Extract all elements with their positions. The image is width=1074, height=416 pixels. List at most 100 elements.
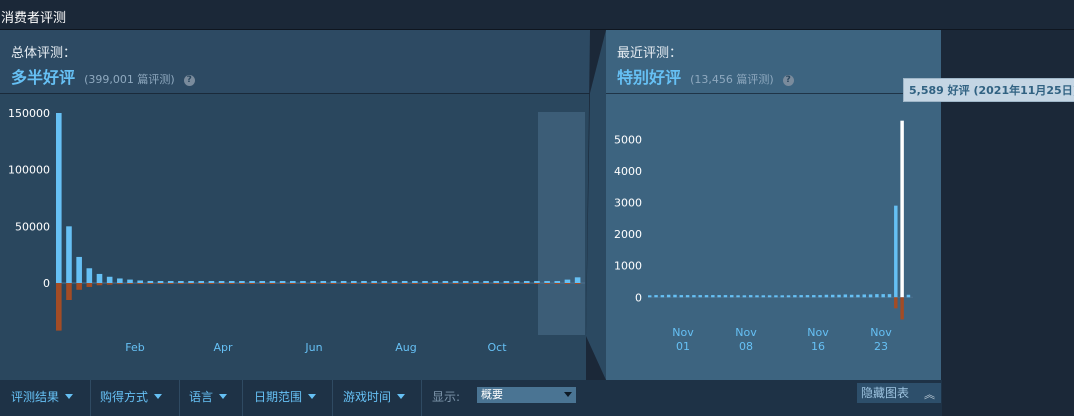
positive-bar: [574, 277, 581, 283]
positive-bar: [837, 294, 841, 298]
positive-bar: [564, 279, 571, 283]
negative-bar: [188, 283, 194, 284]
positive-bar: [86, 268, 93, 283]
filter-divider: [332, 380, 333, 416]
positive-bar: [544, 281, 550, 283]
y-tick-label: 0: [43, 277, 50, 290]
negative-bar: [493, 283, 500, 284]
y-tick-label: 4000: [614, 165, 642, 178]
positive-bar: [259, 281, 266, 283]
x-tick-label: 23: [874, 340, 888, 353]
bar-tooltip: 5,589 好评 (2021年11月25日): [903, 78, 1074, 102]
positive-bar: [748, 295, 753, 298]
x-tick-label: 08: [739, 340, 753, 353]
caret-down-icon: [219, 394, 228, 399]
positive-bar: [198, 281, 205, 283]
negative-bar: [289, 283, 296, 284]
negative-bar: [330, 283, 337, 284]
positive-bar: [167, 281, 174, 283]
positive-bar: [685, 295, 690, 298]
recent-reviews-panel: 最近评测： 特别好评 (13,456 篇评测) ? 5000 4000 3000 20…: [606, 30, 941, 380]
positive-bar: [856, 294, 860, 298]
positive-bar: [906, 294, 911, 298]
positive-bar: [818, 295, 822, 298]
negative-bar: [86, 283, 93, 287]
negative-bar: [574, 283, 581, 284]
negative-bar: [554, 283, 561, 284]
display-select[interactable]: 概要: [477, 387, 576, 403]
filter-review-type[interactable]: 评测结果: [11, 388, 74, 405]
y-tick-label: 50000: [15, 220, 50, 233]
positive-bar: [666, 294, 671, 298]
negative-bar: [442, 283, 449, 284]
filter-language[interactable]: 语言: [189, 388, 228, 405]
positive-bar: [340, 281, 347, 283]
x-tick-label: Nov: [735, 326, 757, 339]
x-tick-label: 01: [676, 340, 690, 353]
positive-bar: [289, 281, 296, 283]
negative-bar: [351, 283, 357, 284]
negative-bar: [310, 283, 316, 284]
positive-bar: [117, 278, 123, 283]
y-tick-label: 1000: [614, 260, 642, 273]
positive-bar: [523, 281, 530, 283]
positive-bar: [76, 256, 82, 283]
positive-bar: [391, 281, 398, 283]
caret-down-icon: [397, 394, 406, 399]
filter-purchase-type[interactable]: 购得方式: [100, 388, 163, 405]
positive-bar: [320, 281, 327, 283]
positive-bar: [875, 294, 879, 298]
filter-divider: [90, 380, 91, 416]
x-tick-label: Apr: [213, 341, 233, 354]
positive-bar: [178, 281, 184, 283]
y-tick-label: 3000: [614, 196, 642, 209]
positive-bar: [412, 281, 418, 283]
filter-playtime[interactable]: 游戏时间: [343, 388, 406, 405]
x-tick-label: Oct: [487, 341, 507, 354]
negative-bar: [503, 283, 510, 284]
positive-bar: [452, 281, 459, 283]
positive-bar: [786, 295, 791, 298]
positive-bar: [330, 281, 337, 283]
positive-bar: [310, 281, 316, 283]
positive-bar: [698, 295, 702, 298]
hide-graph-button[interactable]: 隐藏图表 ︽: [857, 383, 941, 403]
negative-bar: [269, 283, 276, 284]
positive-bar: [742, 295, 747, 298]
positive-bar: [300, 281, 306, 283]
section-title: 消费者评测: [1, 11, 67, 26]
y-tick-label: 2000: [614, 228, 642, 241]
positive-bar: [780, 295, 784, 298]
positive-bar: [66, 226, 72, 283]
positive-bar: [717, 295, 721, 298]
filter-date-range[interactable]: 日期范围: [254, 388, 317, 405]
negative-bar: [76, 283, 82, 290]
negative-bar: [513, 283, 520, 284]
positive-bar: [56, 113, 62, 283]
positive-bar: [361, 281, 367, 283]
negative-bar: [391, 283, 398, 284]
overall-histogram[interactable]: 150000 100000 50000 0 Feb Apr Jun Aug Oct: [0, 30, 604, 380]
display-label: 显示:: [432, 390, 461, 404]
positive-bar: [513, 281, 520, 283]
positive-bar: [127, 279, 133, 283]
positive-bar: [887, 294, 892, 298]
caret-down-icon: [564, 392, 572, 397]
range-selection: [538, 112, 585, 335]
negative-bar: [483, 283, 489, 284]
negative-bar: [218, 283, 225, 284]
positive-bar: [249, 281, 255, 283]
negative-bar: [228, 283, 235, 284]
positive-bar: [462, 281, 469, 283]
negative-bar: [401, 283, 408, 284]
y-tick-label: 5000: [614, 133, 642, 146]
positive-bar: [654, 295, 658, 298]
positive-bar: [679, 295, 684, 298]
negative-bar: [56, 283, 62, 331]
positive-bar: [692, 295, 696, 298]
recent-histogram[interactable]: 500040003000200010000Nov01Nov08Nov16Nov2…: [606, 30, 941, 380]
positive-bar: [723, 295, 728, 298]
positive-bar: [824, 294, 829, 298]
positive-bar: [483, 281, 489, 283]
negative-bar: [167, 283, 174, 284]
